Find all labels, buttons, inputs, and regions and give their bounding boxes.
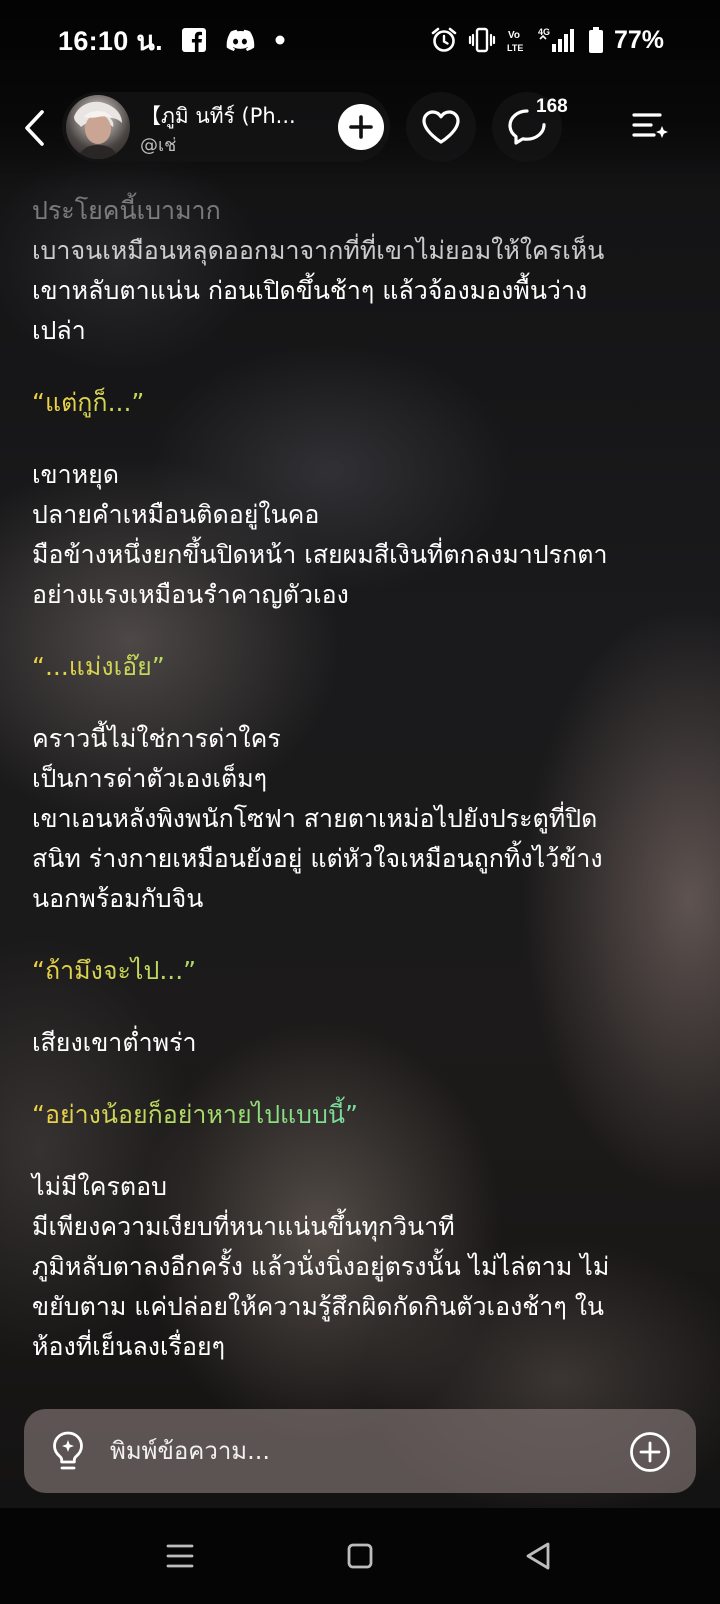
back-icon — [25, 110, 44, 146]
story-line: ภูมิหลับตาลงอีกครั้ง แล้วนั่งนิ่งอยู่ตรง… — [32, 1252, 610, 1281]
recents-button[interactable] — [158, 1534, 202, 1578]
story-line: มือข้างหนึ่งยกขึ้นปิดหน้า เสยผมสีเงินที่… — [32, 540, 608, 569]
story-line: ประโยคนี้เบามาก — [32, 196, 221, 225]
character-profile[interactable]: 【ภูมิ นทีร์ (Ph... @เช่ — [62, 92, 390, 162]
svg-text:4G: 4G — [538, 27, 550, 37]
volte-icon: Vo LTE — [506, 26, 528, 54]
recents-icon — [166, 1544, 194, 1568]
discord-icon — [225, 28, 255, 52]
story-line: เสียงเขาต่ำพร่า — [32, 1028, 197, 1057]
attach-button[interactable] — [628, 1430, 672, 1474]
vibrate-icon — [468, 26, 496, 54]
story-line: คราวนี้ไม่ใช่การด่าใคร — [32, 724, 281, 753]
battery-percent: 77% — [613, 25, 664, 54]
story-line: ขยับตาม แค่ปล่อยให้ความรู้สึกผิดกัดกินตั… — [32, 1292, 604, 1321]
avatar[interactable] — [66, 95, 130, 159]
character-name[interactable]: 【ภูมิ นทีร์ (Ph... — [140, 100, 320, 133]
plus-icon — [349, 115, 373, 139]
story-message: ประโยคนี้เบามาก เบาจนเหมือนหลุดออกมาจากท… — [32, 191, 692, 1367]
follow-button[interactable] — [338, 104, 384, 150]
dialogue-line: “แต่กูก็...” — [32, 383, 692, 423]
menu-sparkle-icon — [632, 113, 668, 138]
chat-header: 【ภูมิ นทีร์ (Ph... @เช่ 168 — [0, 92, 720, 164]
menu-button[interactable] — [626, 104, 676, 150]
svg-text:LTE: LTE — [507, 43, 523, 53]
story-line: เขาหยุด — [32, 460, 120, 489]
signal-4g-icon: 4G — [538, 26, 578, 54]
system-nav-bar — [0, 1508, 720, 1604]
home-icon — [347, 1543, 373, 1569]
story-line: เป็นการด่าตัวเองเต็มๆ — [32, 764, 268, 793]
story-line: ห้องที่เย็นลงเรื่อยๆ — [32, 1332, 226, 1361]
like-button[interactable] — [406, 92, 476, 162]
dialogue-line: “ถ้ามึงจะไป...” — [32, 951, 692, 991]
nav-back-button[interactable] — [516, 1534, 560, 1578]
story-line: มีเพียงความเงียบที่หนาแน่นขึ้นทุกวินาที — [32, 1212, 455, 1241]
heart-icon — [422, 110, 460, 144]
creator-handle[interactable]: @เช่ — [140, 130, 176, 159]
message-input[interactable] — [110, 1429, 590, 1473]
dialogue-line: “...แม่งเอ๊ย” — [32, 647, 692, 687]
back-triangle-icon — [526, 1542, 550, 1570]
lightbulb-icon — [53, 1431, 83, 1470]
message-composer — [24, 1409, 696, 1493]
facebook-icon — [181, 27, 207, 53]
plus-circle-icon — [630, 1432, 670, 1472]
story-line: นอกพร้อมกับจิน — [32, 884, 204, 913]
svg-text:Vo: Vo — [508, 30, 520, 41]
battery-icon — [588, 26, 604, 54]
status-time: 16:10 น. — [58, 25, 163, 56]
story-line: อย่างแรงเหมือนรำคาญตัวเอง — [32, 580, 349, 609]
comment-count: 168 — [536, 96, 568, 117]
home-button[interactable] — [338, 1534, 382, 1578]
story-line: ปลายคำเหมือนติดอยู่ในคอ — [32, 500, 320, 529]
suggestion-button[interactable] — [46, 1429, 90, 1473]
story-line: เขาหลับตาแน่น ก่อนเปิดขึ้นช้าๆ แล้วจ้องม… — [32, 276, 588, 305]
dot-icon — [273, 33, 287, 47]
story-line: เปล่า — [32, 316, 86, 345]
story-line: เขาเอนหลังพิงพนักโซฟา สายตาเหม่อไปยังประ… — [32, 804, 598, 833]
story-line: เบาจนเหมือนหลุดออกมาจากที่ที่เขาไม่ยอมให… — [32, 236, 605, 265]
story-line: ไม่มีใครตอบ — [32, 1172, 168, 1201]
back-button[interactable] — [14, 106, 54, 150]
dialogue-line: “อย่างน้อยก็อย่าหายไปแบบนี้” — [32, 1095, 692, 1135]
story-line: สนิท ร่างกายเหมือนยังอยู่ แต่หัวใจเหมือน… — [32, 844, 603, 873]
alarm-icon — [430, 26, 458, 54]
status-bar: 16:10 น. Vo LTE 4G 77% — [0, 18, 720, 62]
